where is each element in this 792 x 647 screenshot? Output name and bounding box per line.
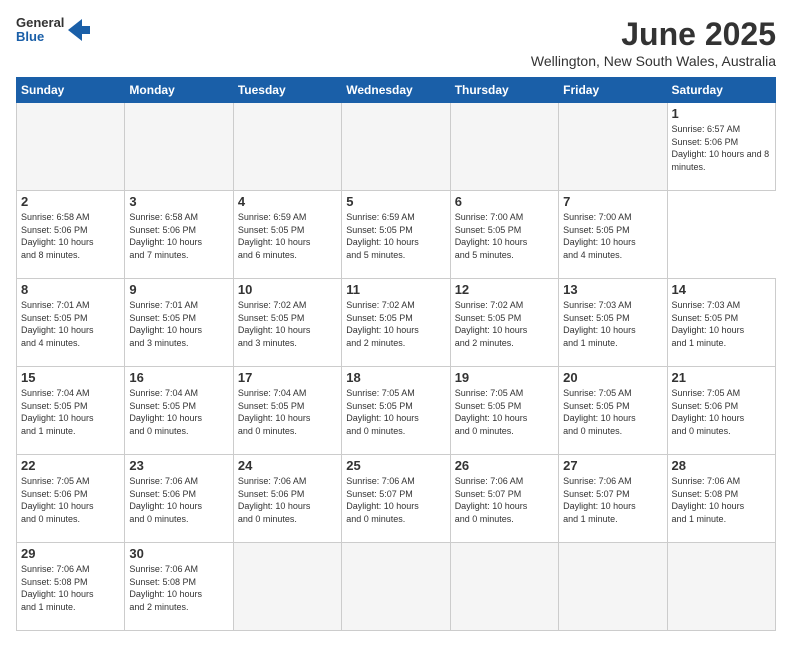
empty-cell	[559, 103, 667, 191]
empty-cell	[342, 103, 450, 191]
table-row: 3Sunrise: 6:58 AM Sunset: 5:06 PM Daylig…	[125, 191, 233, 279]
logo-blue-text: Blue	[16, 30, 64, 44]
table-row: 16Sunrise: 7:04 AM Sunset: 5:05 PM Dayli…	[125, 367, 233, 455]
empty-cell	[17, 103, 125, 191]
empty-cell	[450, 103, 558, 191]
table-row: 29Sunrise: 7:06 AM Sunset: 5:08 PM Dayli…	[17, 543, 125, 631]
table-row: 7Sunrise: 7:00 AM Sunset: 5:05 PM Daylig…	[559, 191, 667, 279]
calendar-week-2: 8Sunrise: 7:01 AM Sunset: 5:05 PM Daylig…	[17, 279, 776, 367]
calendar-week-4: 22Sunrise: 7:05 AM Sunset: 5:06 PM Dayli…	[17, 455, 776, 543]
header-friday: Friday	[559, 78, 667, 103]
table-row: 24Sunrise: 7:06 AM Sunset: 5:06 PM Dayli…	[233, 455, 341, 543]
month-title: June 2025	[531, 16, 776, 53]
calendar-week-1: 2Sunrise: 6:58 AM Sunset: 5:06 PM Daylig…	[17, 191, 776, 279]
location-title: Wellington, New South Wales, Australia	[531, 53, 776, 69]
table-row	[559, 543, 667, 631]
table-row: 12Sunrise: 7:02 AM Sunset: 5:05 PM Dayli…	[450, 279, 558, 367]
table-row: 25Sunrise: 7:06 AM Sunset: 5:07 PM Dayli…	[342, 455, 450, 543]
table-row: 17Sunrise: 7:04 AM Sunset: 5:05 PM Dayli…	[233, 367, 341, 455]
calendar-week-0: 1Sunrise: 6:57 AM Sunset: 5:06 PM Daylig…	[17, 103, 776, 191]
table-row: 4Sunrise: 6:59 AM Sunset: 5:05 PM Daylig…	[233, 191, 341, 279]
table-row: 14Sunrise: 7:03 AM Sunset: 5:05 PM Dayli…	[667, 279, 775, 367]
table-row: 10Sunrise: 7:02 AM Sunset: 5:05 PM Dayli…	[233, 279, 341, 367]
header-thursday: Thursday	[450, 78, 558, 103]
table-row: 11Sunrise: 7:02 AM Sunset: 5:05 PM Dayli…	[342, 279, 450, 367]
table-row	[450, 543, 558, 631]
table-row: 21Sunrise: 7:05 AM Sunset: 5:06 PM Dayli…	[667, 367, 775, 455]
title-area: June 2025 Wellington, New South Wales, A…	[531, 16, 776, 69]
table-row: 30Sunrise: 7:06 AM Sunset: 5:08 PM Dayli…	[125, 543, 233, 631]
header-sunday: Sunday	[17, 78, 125, 103]
header-saturday: Saturday	[667, 78, 775, 103]
header-row: Sunday Monday Tuesday Wednesday Thursday…	[17, 78, 776, 103]
table-row: 28Sunrise: 7:06 AM Sunset: 5:08 PM Dayli…	[667, 455, 775, 543]
table-row: 15Sunrise: 7:04 AM Sunset: 5:05 PM Dayli…	[17, 367, 125, 455]
empty-cell	[125, 103, 233, 191]
table-row	[233, 543, 341, 631]
table-row: 20Sunrise: 7:05 AM Sunset: 5:05 PM Dayli…	[559, 367, 667, 455]
calendar-body: 1Sunrise: 6:57 AM Sunset: 5:06 PM Daylig…	[17, 103, 776, 631]
table-row: 5Sunrise: 6:59 AM Sunset: 5:05 PM Daylig…	[342, 191, 450, 279]
header-monday: Monday	[125, 78, 233, 103]
table-row: 27Sunrise: 7:06 AM Sunset: 5:07 PM Dayli…	[559, 455, 667, 543]
logo-arrow-icon	[68, 19, 90, 41]
table-row: 1Sunrise: 6:57 AM Sunset: 5:06 PM Daylig…	[667, 103, 775, 191]
calendar-header: Sunday Monday Tuesday Wednesday Thursday…	[17, 78, 776, 103]
calendar-week-5: 29Sunrise: 7:06 AM Sunset: 5:08 PM Dayli…	[17, 543, 776, 631]
header-wednesday: Wednesday	[342, 78, 450, 103]
empty-cell	[233, 103, 341, 191]
table-row: 19Sunrise: 7:05 AM Sunset: 5:05 PM Dayli…	[450, 367, 558, 455]
table-row: 8Sunrise: 7:01 AM Sunset: 5:05 PM Daylig…	[17, 279, 125, 367]
table-row: 6Sunrise: 7:00 AM Sunset: 5:05 PM Daylig…	[450, 191, 558, 279]
logo-general-text: General	[16, 16, 64, 30]
table-row: 26Sunrise: 7:06 AM Sunset: 5:07 PM Dayli…	[450, 455, 558, 543]
table-row	[342, 543, 450, 631]
table-row: 2Sunrise: 6:58 AM Sunset: 5:06 PM Daylig…	[17, 191, 125, 279]
calendar-table: Sunday Monday Tuesday Wednesday Thursday…	[16, 77, 776, 631]
table-row: 18Sunrise: 7:05 AM Sunset: 5:05 PM Dayli…	[342, 367, 450, 455]
calendar-week-3: 15Sunrise: 7:04 AM Sunset: 5:05 PM Dayli…	[17, 367, 776, 455]
table-row: 9Sunrise: 7:01 AM Sunset: 5:05 PM Daylig…	[125, 279, 233, 367]
table-row: 23Sunrise: 7:06 AM Sunset: 5:06 PM Dayli…	[125, 455, 233, 543]
table-row: 22Sunrise: 7:05 AM Sunset: 5:06 PM Dayli…	[17, 455, 125, 543]
logo: General Blue	[16, 16, 90, 45]
header-tuesday: Tuesday	[233, 78, 341, 103]
table-row: 13Sunrise: 7:03 AM Sunset: 5:05 PM Dayli…	[559, 279, 667, 367]
header: General Blue June 2025 Wellington, New S…	[16, 16, 776, 69]
table-row	[667, 543, 775, 631]
